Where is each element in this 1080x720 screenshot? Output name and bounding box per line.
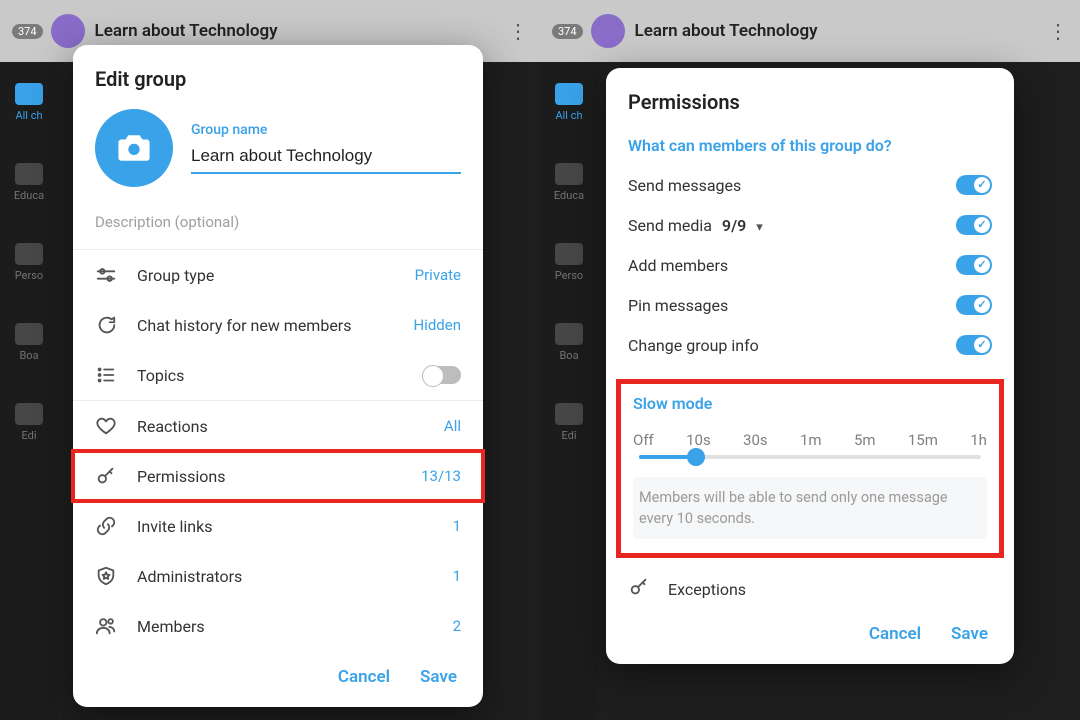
folder-sidebar: All ch Educa Perso Boa Edi	[540, 62, 598, 720]
sidebar-tab-education[interactable]: Educa	[540, 152, 598, 212]
sidebar-tab-edit[interactable]: Edi	[540, 392, 598, 452]
row-label: Group type	[137, 266, 395, 285]
slow-opt: 10s	[686, 431, 711, 449]
link-icon	[95, 515, 117, 537]
edit-group-modal: Edit group Group name Description (optio…	[73, 45, 483, 707]
chevron-down-icon: ▾	[756, 220, 763, 235]
perm-label: Change group info	[628, 336, 956, 355]
slow-mode-options: Off 10s 30s 1m 5m 15m 1h	[633, 431, 987, 449]
sidebar-tab-boards[interactable]: Boa	[0, 312, 58, 372]
members-icon	[95, 615, 117, 637]
perm-toggle[interactable]	[956, 255, 992, 275]
save-button[interactable]: Save	[420, 667, 457, 687]
perm-toggle[interactable]	[956, 295, 992, 315]
row-members[interactable]: Members 2	[73, 601, 483, 651]
sidebar-tab-personal[interactable]: Perso	[540, 232, 598, 292]
perm-toggle[interactable]	[956, 335, 992, 355]
row-reactions[interactable]: Reactions All	[73, 401, 483, 451]
more-icon[interactable]: ⋮	[1048, 19, 1068, 43]
slow-mode-section: Slow mode Off 10s 30s 1m 5m 15m 1h Membe…	[616, 379, 1004, 558]
perm-label: Pin messages	[628, 296, 956, 315]
cancel-button[interactable]: Cancel	[338, 667, 390, 687]
sidebar-tab-personal[interactable]: Perso	[0, 232, 58, 292]
slider-thumb[interactable]	[687, 448, 705, 466]
chat-avatar	[51, 14, 85, 48]
slow-opt: 5m	[854, 431, 876, 449]
perm-label: Send messages	[628, 176, 956, 195]
key-icon	[628, 576, 650, 602]
heart-icon	[95, 415, 117, 437]
slow-opt: Off	[633, 431, 654, 449]
modal-title: Edit group	[73, 45, 483, 109]
sidebar-tab-boards[interactable]: Boa	[540, 312, 598, 372]
slow-mode-title: Slow mode	[633, 394, 987, 413]
sidebar-tab-edit[interactable]: Edi	[0, 392, 58, 452]
chat-avatar	[591, 14, 625, 48]
row-exceptions[interactable]: Exceptions	[606, 558, 1014, 608]
row-group-type[interactable]: Group type Private	[73, 250, 483, 300]
modal-title: Permissions	[606, 68, 1014, 132]
more-icon[interactable]: ⋮	[508, 19, 528, 43]
perm-label: Add members	[628, 256, 956, 275]
sliders-icon	[95, 264, 117, 286]
topics-toggle[interactable]	[423, 366, 461, 384]
chat-title: Learn about Technology	[95, 21, 278, 41]
row-value: 13/13	[421, 467, 461, 485]
row-label: Chat history for new members	[137, 316, 393, 335]
permissions-modal: Permissions What can members of this gro…	[606, 68, 1014, 664]
row-invite-links[interactable]: Invite links 1	[73, 501, 483, 551]
row-value: All	[444, 417, 461, 435]
row-value: 1	[453, 517, 461, 535]
chat-title: Learn about Technology	[635, 21, 818, 41]
row-chat-history[interactable]: Chat history for new members Hidden	[73, 300, 483, 350]
unread-badge: 374	[552, 24, 583, 39]
camera-icon	[117, 133, 151, 163]
sidebar-tab-education[interactable]: Educa	[0, 152, 58, 212]
row-value: 2	[453, 617, 461, 635]
slow-opt: 15m	[908, 431, 938, 449]
slow-mode-note: Members will be able to send only one me…	[633, 477, 987, 539]
row-administrators[interactable]: Administrators 1	[73, 551, 483, 601]
group-name-input[interactable]	[191, 142, 461, 174]
save-button[interactable]: Save	[951, 624, 988, 644]
key-icon	[95, 465, 117, 487]
row-topics[interactable]: Topics	[73, 350, 483, 400]
row-label: Administrators	[137, 567, 433, 586]
chat-icon	[95, 314, 117, 336]
perm-pin-messages[interactable]: Pin messages	[606, 285, 1014, 325]
slow-opt: 1h	[970, 431, 987, 449]
slow-opt: 30s	[743, 431, 768, 449]
perm-add-members[interactable]: Add members	[606, 245, 1014, 285]
group-photo-button[interactable]	[95, 109, 173, 187]
perm-send-messages[interactable]: Send messages	[606, 165, 1014, 205]
cancel-button[interactable]: Cancel	[869, 624, 921, 644]
unread-badge: 374	[12, 24, 43, 39]
row-permissions[interactable]: Permissions 13/13	[73, 451, 483, 501]
perm-label: Send media 9/9 ▾	[628, 216, 956, 235]
row-label: Invite links	[137, 517, 433, 536]
row-value: 1	[453, 567, 461, 585]
sidebar-tab-all[interactable]: All ch	[0, 72, 58, 132]
perm-toggle[interactable]	[956, 175, 992, 195]
sidebar-tab-all[interactable]: All ch	[540, 72, 598, 132]
chat-topbar: 374 Learn about Technology ⋮	[540, 0, 1080, 62]
row-label: Exceptions	[668, 580, 746, 599]
perm-send-media[interactable]: Send media 9/9 ▾	[606, 205, 1014, 245]
admin-icon	[95, 565, 117, 587]
slow-mode-slider[interactable]	[639, 455, 981, 459]
list-icon	[95, 364, 117, 386]
folder-sidebar: All ch Educa Perso Boa Edi	[0, 62, 58, 720]
row-label: Topics	[137, 366, 403, 385]
slow-opt: 1m	[800, 431, 822, 449]
group-name-label: Group name	[191, 122, 461, 138]
row-value: Private	[415, 266, 461, 284]
row-value: Hidden	[413, 316, 461, 334]
row-label: Permissions	[137, 467, 401, 486]
row-label: Reactions	[137, 417, 424, 436]
perm-toggle[interactable]	[956, 215, 992, 235]
description-input[interactable]: Description (optional)	[73, 203, 483, 249]
perm-change-info[interactable]: Change group info	[606, 325, 1014, 365]
row-label: Members	[137, 617, 433, 636]
permissions-question: What can members of this group do?	[606, 132, 1014, 165]
